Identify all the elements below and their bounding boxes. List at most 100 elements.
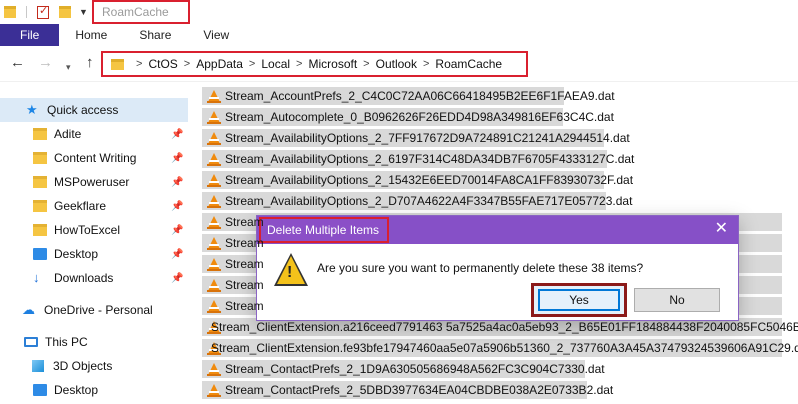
list-item[interactable]: Stream_ClientExtension.a216ceed7791463 5… [202,317,798,337]
vlc-file-icon [207,257,221,271]
file-name: Stream_ClientExtension.a216ceed7791463 5… [211,320,798,334]
list-item[interactable]: Stream_AccountPrefs_2_C4C0C72AA06C664184… [202,86,798,106]
sidebar-item-desktop-pc[interactable]: Desktop [0,378,188,402]
list-item[interactable]: Stream_Autocomplete_0_B0962626F26EDD4D98… [202,107,798,127]
list-item[interactable]: Stream_ContactPrefs_2_5DBD3977634EA04CBD… [202,380,798,400]
file-name: Stream_ContactPrefs_2_5DBD3977634EA04CBD… [225,383,614,397]
dialog-message: Are you sure you want to permanently del… [317,261,644,275]
sidebar-item-3d-objects[interactable]: 3D Objects [0,354,188,378]
address-bar[interactable]: > CtOS > AppData > Local > Microsoft > O… [101,51,528,77]
sidebar-item-this-pc[interactable]: This PC [0,330,188,354]
pin-icon[interactable]: 📌 [171,177,183,188]
file-name: Stream [225,215,264,229]
sidebar-item-label: 3D Objects [53,359,113,373]
pin-icon[interactable]: 📌 [171,153,183,164]
vlc-file-icon [207,299,221,313]
list-item[interactable]: Stream_ContactPrefs_2_1D9A630505686948A5… [202,359,798,379]
breadcrumb-ctos[interactable]: CtOS [148,57,177,71]
new-folder-icon[interactable] [59,6,71,18]
breadcrumb-microsoft[interactable]: Microsoft [308,57,357,71]
folder-icon [33,224,47,236]
up-arrow-icon[interactable]: ↑ [86,54,94,72]
no-button[interactable]: No [634,288,720,312]
breadcrumb-appdata[interactable]: AppData [196,57,243,71]
breadcrumb-local[interactable]: Local [261,57,290,71]
back-arrow-icon[interactable]: ← [10,54,25,72]
vlc-file-icon [207,173,221,187]
folder-icon [33,128,47,140]
window-title: RoamCache [92,0,190,24]
navigation-bar: ← → ▾ ↑ > CtOS > AppData > Local > Micro… [0,46,798,82]
customize-qat-icon[interactable]: ▼ [79,7,88,17]
vlc-file-icon [207,362,221,376]
sidebar-item-adite[interactable]: Adite 📌 [0,122,188,146]
list-item[interactable]: Stream_AvailabilityOptions_2_15432E6EED7… [202,170,798,190]
list-item[interactable]: Stream_AvailabilityOptions_2_D707A4622A4… [202,191,798,211]
sidebar-item-label: This PC [45,335,88,349]
sidebar-item-content-writing[interactable]: Content Writing 📌 [0,146,188,170]
sidebar-item-label: MSPoweruser [54,175,130,189]
navigation-pane: ★ Quick access Adite 📌 Content Writing 📌… [0,82,188,404]
tab-view[interactable]: View [187,24,245,46]
pin-icon[interactable]: 📌 [171,201,183,212]
breadcrumb-separator: > [136,58,143,70]
file-name: Stream_AvailabilityOptions_2_D707A4622A4… [225,194,633,208]
sidebar-item-label: Content Writing [54,151,137,165]
vlc-file-icon [207,152,221,166]
breadcrumb-separator: > [296,58,303,70]
sidebar-item-mspoweruser[interactable]: MSPoweruser 📌 [0,170,188,194]
sidebar-item-label: Desktop [54,247,99,261]
pin-icon[interactable]: 📌 [171,225,183,236]
tab-home[interactable]: Home [59,24,123,46]
file-name: Stream [225,257,264,271]
vlc-file-icon [207,194,221,208]
sidebar-item-onedrive[interactable]: ☁ OneDrive - Personal [0,298,188,322]
ribbon-tabs: File Home Share View [0,24,798,46]
sidebar-item-quick-access[interactable]: ★ Quick access [0,98,188,122]
list-item[interactable]: Stream_AvailabilityOptions_2_6197F314C48… [202,149,798,169]
desktop-icon [33,384,47,396]
sidebar-item-label: Adite [54,127,82,141]
sidebar-item-label: HowToExcel [54,223,121,237]
sidebar-item-label: Quick access [47,103,119,117]
breadcrumb-outlook[interactable]: Outlook [376,57,417,71]
pin-icon[interactable]: 📌 [171,249,183,260]
folder-icon [33,200,47,212]
properties-icon[interactable] [37,4,49,19]
3d-objects-icon [32,360,44,372]
sidebar-item-label: Geekflare [54,199,107,213]
yes-button-highlight: Yes [531,283,627,317]
breadcrumb-separator: > [363,58,370,70]
breadcrumb-separator: > [422,58,430,70]
file-name: Stream_Autocomplete_0_B0962626F26EDD4D98… [225,110,614,124]
list-item[interactable]: Stream_AvailabilityOptions_2_7FF917672D9… [202,128,798,148]
file-name: Stream_AccountPrefs_2_C4C0C72AA06C664184… [225,89,615,103]
breadcrumb-roamcache[interactable]: RoamCache [435,57,502,71]
sidebar-item-geekflare[interactable]: Geekflare 📌 [0,194,188,218]
vlc-file-icon [207,278,221,292]
yes-button[interactable]: Yes [538,289,620,311]
file-name: Stream_AvailabilityOptions_2_15432E6EED7… [225,173,634,187]
sidebar-item-label: Downloads [54,271,114,285]
dialog-titlebar[interactable]: Delete Multiple Items ✕ [257,216,738,244]
sidebar-item-desktop[interactable]: Desktop 📌 [0,242,188,266]
tab-file[interactable]: File [0,24,60,46]
file-name: Stream [225,236,264,250]
recent-locations-chevron-icon[interactable]: ▾ [66,58,71,76]
tab-share[interactable]: Share [123,24,187,46]
warning-mark: ! [287,264,293,281]
pane-divider[interactable] [188,82,202,404]
sidebar-item-label: OneDrive - Personal [44,303,153,317]
sidebar-item-howtoexcel[interactable]: HowToExcel 📌 [0,218,188,242]
pin-icon[interactable]: 📌 [171,273,183,284]
close-icon[interactable]: ✕ [715,220,728,238]
file-name: Stream [225,278,264,292]
sidebar-item-downloads[interactable]: ↓ Downloads 📌 [0,266,188,290]
vlc-file-icon [207,89,221,103]
list-item[interactable]: Stream_ClientExtension.fe93bfe17947460aa… [202,338,798,358]
pin-icon[interactable]: 📌 [171,129,183,140]
forward-arrow-icon[interactable]: → [38,54,53,72]
downloads-icon: ↓ [33,270,40,285]
computer-icon [24,337,38,347]
folder-icon[interactable] [4,6,16,18]
